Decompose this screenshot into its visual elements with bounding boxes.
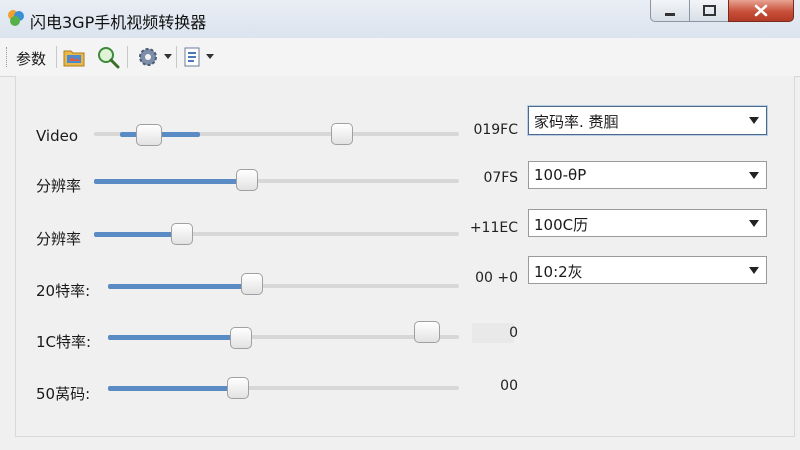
chevron-down-icon xyxy=(749,117,759,124)
encoding-label: 50莴码: xyxy=(36,385,91,403)
maximize-icon xyxy=(703,5,716,16)
chevron-down-icon xyxy=(749,220,759,227)
open-folder-icon[interactable] xyxy=(62,45,86,69)
bitrate-label: 20特率: xyxy=(36,282,91,300)
resolution-slider-thumb[interactable] xyxy=(236,169,259,191)
minimize-icon xyxy=(665,13,675,16)
video-label: Video xyxy=(36,127,79,145)
toolbar: 参数 xyxy=(0,38,800,77)
frame-rate-select[interactable]: 100C历 xyxy=(528,209,767,237)
encoding-slider-fill xyxy=(108,386,238,391)
resolution-2-slider-fill xyxy=(94,232,182,237)
bitrate-2-slider-end-thumb[interactable] xyxy=(414,321,441,343)
bitrate-slider-thumb[interactable] xyxy=(240,273,263,295)
status-bar xyxy=(0,438,800,450)
aspect-ratio-select[interactable]: 10:2灰 xyxy=(528,256,767,284)
chevron-down-icon xyxy=(749,172,759,179)
resolution-slider-fill xyxy=(94,179,248,184)
resolution-select-value: 100-θP xyxy=(534,166,587,184)
document-list-icon[interactable] xyxy=(181,45,205,69)
params-label[interactable]: 参数 xyxy=(16,48,46,69)
encoding-slider-thumb[interactable] xyxy=(226,377,249,399)
chevron-down-icon xyxy=(749,267,759,274)
app-window: 闪电3GP手机视频转换器 参数 Video 019FC 分辨率 07FS 分辨率… xyxy=(0,0,800,450)
video-slider-high-thumb[interactable] xyxy=(331,123,354,145)
settings-dropdown-chevron-icon[interactable] xyxy=(164,54,172,59)
video-value: 019FC xyxy=(473,122,518,138)
aspect-ratio-select-value: 10:2灰 xyxy=(534,263,583,281)
bitrate-2-label: 1C特率: xyxy=(36,333,92,351)
bitrate-2-slider-fill xyxy=(108,335,242,340)
bitrate-quality-select-value: 家码率. 赉腘 xyxy=(534,113,619,131)
resolution-2-label: 分辨率 xyxy=(36,230,82,248)
resolution-select[interactable]: 100-θP xyxy=(528,161,767,189)
search-icon[interactable] xyxy=(96,45,120,69)
window-title: 闪电3GP手机视频转换器 xyxy=(30,13,207,32)
frame-rate-select-value: 100C历 xyxy=(534,216,589,234)
resolution-2-slider-thumb[interactable] xyxy=(170,223,193,245)
resolution-label: 分辨率 xyxy=(36,177,82,195)
close-button[interactable] xyxy=(728,0,794,22)
encoding-value: 00 xyxy=(500,378,518,394)
bitrate-slider-fill xyxy=(108,284,252,289)
bitrate-2-slider-thumb[interactable] xyxy=(230,327,253,349)
toolbar-separator xyxy=(56,46,57,68)
resolution-value: 07FS xyxy=(483,170,518,186)
bitrate-quality-select[interactable]: 家码率. 赉腘 xyxy=(527,105,768,136)
maximize-button[interactable] xyxy=(689,0,729,22)
bitrate-value: 00 +0 xyxy=(475,270,518,286)
resolution-2-value: +11EC xyxy=(469,220,518,236)
toolbar-separator xyxy=(176,46,177,68)
close-icon xyxy=(754,4,768,17)
minimize-button[interactable] xyxy=(650,0,690,22)
bitrate-2-value: 0 xyxy=(509,325,518,341)
title-bar[interactable]: 闪电3GP手机视频转换器 xyxy=(0,0,800,39)
settings-gear-icon[interactable] xyxy=(136,45,160,69)
toolbar-grip[interactable] xyxy=(6,47,9,67)
app-logo-icon xyxy=(8,10,24,26)
toolbar-separator xyxy=(127,46,128,68)
document-dropdown-chevron-icon[interactable] xyxy=(206,54,214,59)
video-slider-low-thumb[interactable] xyxy=(135,124,162,146)
